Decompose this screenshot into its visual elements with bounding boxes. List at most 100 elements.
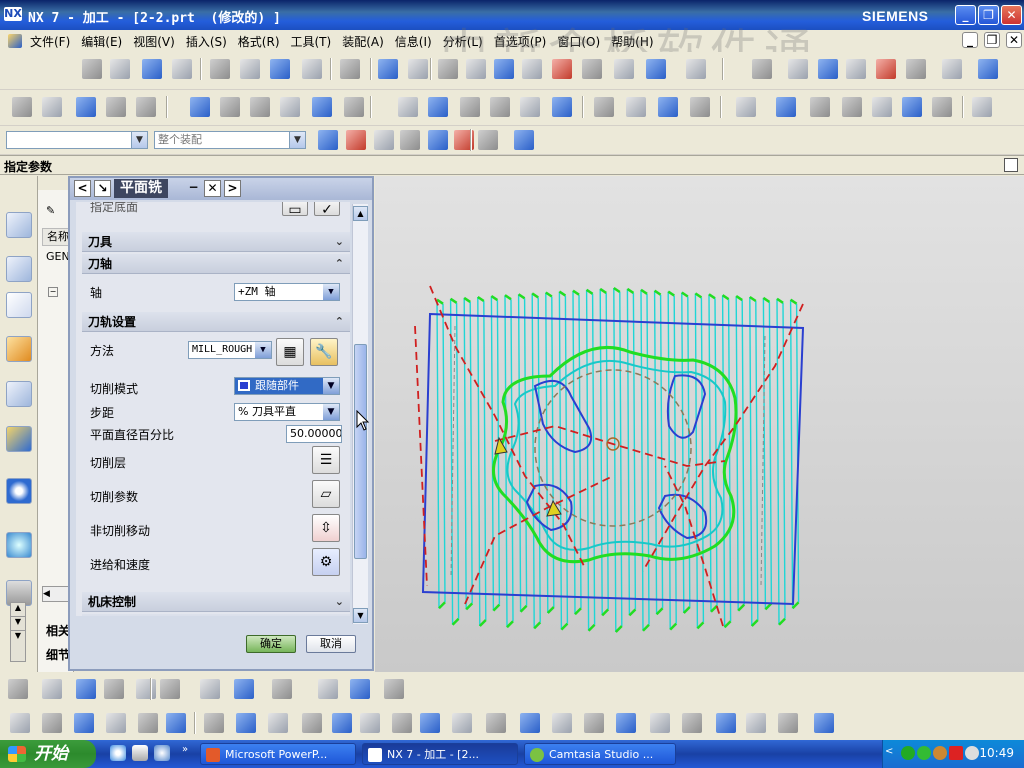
dialog-close-icon[interactable]: ✕ [204,180,221,197]
row5-tool-icon[interactable] [204,713,224,733]
windows-start-button[interactable]: 开始 [0,740,96,768]
row2-tool-icon[interactable] [460,97,480,117]
feeds-speeds-icon[interactable]: ⚙ [312,548,340,576]
row5-tool-icon[interactable] [420,713,440,733]
section-tool-axis[interactable]: 刀轴 ⌃ [82,254,350,274]
navigator-row[interactable]: GEN [46,250,70,263]
row1-tool-icon[interactable] [788,59,808,79]
row5-tool-icon[interactable] [268,713,288,733]
cancel-button[interactable]: 取消 [306,635,356,653]
reuse-library-icon[interactable] [6,381,32,407]
menu-item-6[interactable]: 装配(A) [342,33,384,50]
row2-tool-icon[interactable] [42,97,62,117]
row5-tool-icon[interactable] [236,713,256,733]
row5-tool-icon[interactable] [486,713,506,733]
row4-tool-icon[interactable] [42,679,62,699]
history-icon[interactable] [6,426,32,452]
detail-panel-label[interactable]: 细节 [46,646,70,663]
row1-tool-icon[interactable] [686,59,706,79]
row2-tool-icon[interactable] [344,97,364,117]
row3-tool-icon[interactable] [346,130,366,150]
menu-item-9[interactable]: 首选项(P) [494,33,547,50]
row5-tool-icon[interactable] [10,713,30,733]
row5-tool-icon[interactable] [616,713,636,733]
row1-tool-icon[interactable] [302,59,322,79]
row1-tool-icon[interactable] [142,59,162,79]
media-quicklaunch-icon[interactable] [154,745,170,761]
row2-tool-icon[interactable] [220,97,240,117]
menu-item-10[interactable]: 窗口(O) [557,33,600,50]
menu-item-0[interactable]: 文件(F) [30,33,70,50]
assembly-navigator-icon[interactable] [6,212,32,238]
dialog-minimize-icon[interactable]: − [186,180,201,197]
scroll-up-icon[interactable]: ▲ [353,206,368,221]
row1-tool-icon[interactable] [752,59,772,79]
row3-tool-icon[interactable] [318,130,338,150]
constraint-navigator-icon[interactable] [6,256,32,282]
row2-tool-icon[interactable] [190,97,210,117]
specify-floor-icon[interactable]: ▭ [282,202,308,218]
row2-tool-icon[interactable] [490,97,510,117]
method-edit-wrench-icon[interactable]: 🔧 [310,338,338,366]
row3-tool-icon[interactable] [478,130,498,150]
row4-tool-icon[interactable] [104,679,124,699]
row2-tool-icon[interactable] [106,97,126,117]
ok-button[interactable]: 确定 [246,635,296,653]
row5-tool-icon[interactable] [360,713,380,733]
noncut-moves-icon[interactable]: ⇳ [312,514,340,542]
menu-item-3[interactable]: 插入(S) [186,33,227,50]
row2-tool-icon[interactable] [76,97,96,117]
tray-expand-icon[interactable]: < [885,746,893,757]
row1-tool-icon[interactable] [172,59,192,79]
tray-icon-3[interactable] [933,746,947,760]
task-powerpoint[interactable]: Microsoft PowerP... [200,743,356,765]
row1-tool-icon[interactable] [210,59,230,79]
row1-tool-icon[interactable] [378,59,398,79]
row2-tool-icon[interactable] [136,97,156,117]
row2-tool-icon[interactable] [552,97,572,117]
row5-tool-icon[interactable] [106,713,126,733]
cut-params-icon[interactable]: ▱ [312,480,340,508]
axis-select[interactable]: +ZM 轴 ▼ [234,283,340,301]
graphics-window[interactable] [375,176,1024,672]
row5-tool-icon[interactable] [452,713,472,733]
row2-tool-icon[interactable] [520,97,540,117]
operation-navigator-icon[interactable] [6,292,32,318]
dialog-back-icon[interactable]: < [74,180,91,197]
row1-tool-icon[interactable] [582,59,602,79]
row1-tool-icon[interactable] [494,59,514,79]
scroll-down-icon[interactable]: ▼ [353,608,368,623]
row1-tool-icon[interactable] [846,59,866,79]
menu-item-8[interactable]: 分析(L) [443,33,483,50]
row5-tool-icon[interactable] [138,713,158,733]
row2-tool-icon[interactable] [626,97,646,117]
row1-tool-icon[interactable] [110,59,130,79]
row1-tool-icon[interactable] [340,59,360,79]
row5-tool-icon[interactable] [166,713,186,733]
row4-tool-icon[interactable] [350,679,370,699]
ie-quicklaunch-icon[interactable] [110,745,126,761]
row2-tool-icon[interactable] [428,97,448,117]
assembly-scope-select[interactable]: 整个装配 ▼ [154,131,306,149]
row1-tool-icon[interactable] [978,59,998,79]
close-button[interactable]: ✕ [1001,5,1022,25]
pin-icon[interactable]: ✎ [46,204,55,217]
row2-tool-icon[interactable] [902,97,922,117]
quicklaunch-expand-icon[interactable]: » [182,744,188,755]
maximize-button[interactable]: ❐ [978,5,999,25]
menu-item-7[interactable]: 信息(I) [395,33,432,50]
row3-tool-icon[interactable] [374,130,394,150]
row5-tool-icon[interactable] [552,713,572,733]
row4-tool-icon[interactable] [136,679,156,699]
row2-tool-icon[interactable] [250,97,270,117]
row1-tool-icon[interactable] [408,59,428,79]
row2-tool-icon[interactable] [690,97,710,117]
row5-tool-icon[interactable] [650,713,670,733]
menu-item-4[interactable]: 格式(R) [238,33,280,50]
scroll-thumb[interactable] [354,344,367,559]
row5-tool-icon[interactable] [682,713,702,733]
row1-tool-icon[interactable] [270,59,290,79]
row5-tool-icon[interactable] [42,713,62,733]
related-panel-label[interactable]: 相关 [46,622,70,639]
desktop-quicklaunch-icon[interactable] [132,745,148,761]
